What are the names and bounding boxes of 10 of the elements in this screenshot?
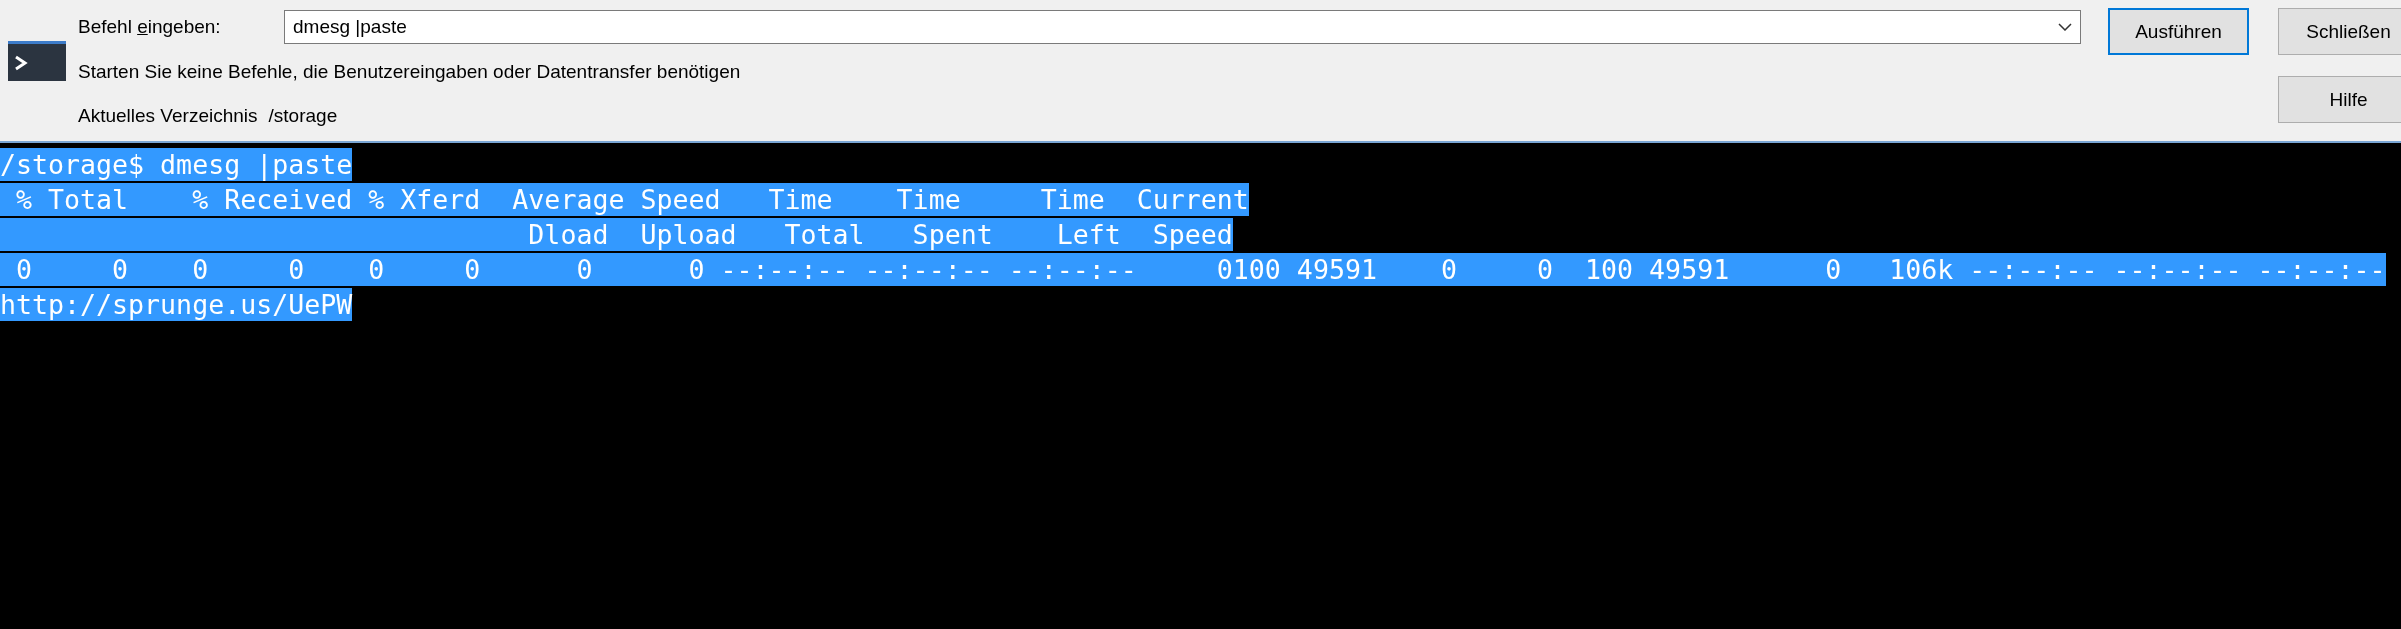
command-field[interactable]: dmesg |paste	[284, 10, 2081, 44]
terminal-icon	[8, 41, 66, 81]
caret-icon[interactable]	[2058, 23, 2072, 31]
dialog-button[interactable]: Schließen	[2278, 8, 2401, 55]
dialog-button[interactable]: Hilfe	[2278, 76, 2401, 123]
directory-label: Aktuelles Verzeichnis	[78, 105, 258, 127]
warning-text: Starten Sie keine Befehle, die Benutzereingaben oder Datentransfer benötigen	[78, 61, 742, 83]
command-label: Befehl eingeben:	[78, 16, 222, 38]
directory-path: /storage	[268, 105, 338, 127]
dialog-button[interactable]: Ausführen	[2108, 8, 2249, 55]
